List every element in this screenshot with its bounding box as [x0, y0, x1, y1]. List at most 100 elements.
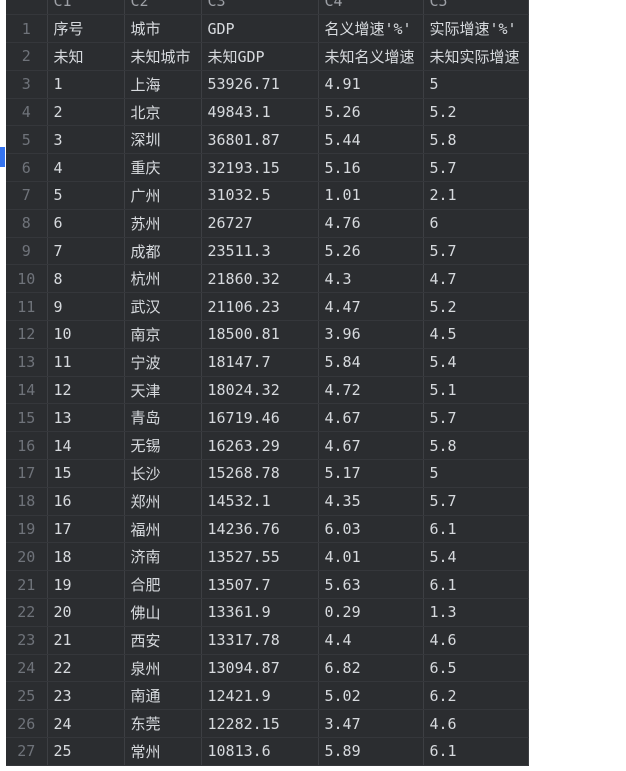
- table-cell[interactable]: 36801.87: [201, 125, 319, 155]
- row-number[interactable]: 13: [6, 348, 48, 377]
- table-cell[interactable]: 6.2: [423, 681, 529, 711]
- table-cell[interactable]: 18147.7: [201, 348, 319, 377]
- table-cell[interactable]: 13094.87: [201, 654, 319, 683]
- table-cell[interactable]: 8: [47, 264, 125, 294]
- column-header-5[interactable]: C5: [423, 0, 529, 16]
- table-cell[interactable]: 天津: [124, 376, 202, 405]
- table-cell[interactable]: 广州: [124, 181, 202, 210]
- row-number[interactable]: 3: [6, 70, 48, 99]
- table-cell[interactable]: 14: [47, 431, 125, 461]
- table-cell[interactable]: GDP: [201, 14, 319, 44]
- table-cell[interactable]: 未知: [47, 42, 125, 71]
- table-cell[interactable]: 4: [47, 153, 125, 183]
- table-cell[interactable]: 16719.46: [201, 403, 319, 433]
- table-cell[interactable]: 1.3: [423, 598, 529, 627]
- table-cell[interactable]: 佛山: [124, 598, 202, 627]
- table-cell[interactable]: 宁波: [124, 348, 202, 377]
- table-cell[interactable]: 5.84: [318, 348, 424, 377]
- table-cell[interactable]: 16263.29: [201, 431, 319, 461]
- table-cell[interactable]: 成都: [124, 237, 202, 266]
- row-number[interactable]: 20: [6, 542, 48, 572]
- table-cell[interactable]: 5.4: [423, 542, 529, 572]
- table-cell[interactable]: 11: [47, 348, 125, 377]
- table-row[interactable]: 14 12 天津 18024.32 4.72 5.1: [6, 376, 529, 405]
- table-cell[interactable]: 2.1: [423, 181, 529, 210]
- row-number[interactable]: 5: [6, 125, 48, 155]
- table-cell[interactable]: 合肥: [124, 570, 202, 600]
- table-cell[interactable]: 6.1: [423, 570, 529, 600]
- table-cell[interactable]: 未知名义增速: [318, 42, 424, 71]
- table-cell[interactable]: 21: [47, 626, 125, 655]
- table-cell[interactable]: 5: [423, 70, 529, 99]
- table-cell[interactable]: 未知城市: [124, 42, 202, 71]
- table-cell[interactable]: 5.4: [423, 348, 529, 377]
- table-cell[interactable]: 5.7: [423, 237, 529, 266]
- table-cell[interactable]: 福州: [124, 515, 202, 544]
- row-number[interactable]: 9: [6, 237, 48, 266]
- table-cell[interactable]: 10: [47, 320, 125, 349]
- table-cell[interactable]: 32193.15: [201, 153, 319, 183]
- table-cell[interactable]: 5.26: [318, 98, 424, 127]
- row-number[interactable]: 17: [6, 459, 48, 488]
- table-cell[interactable]: 5: [47, 181, 125, 210]
- table-cell[interactable]: 18: [47, 542, 125, 572]
- table-row[interactable]: 12 10 南京 18500.81 3.96 4.5: [6, 320, 529, 349]
- row-number[interactable]: 14: [6, 376, 48, 405]
- table-cell[interactable]: 4.01: [318, 542, 424, 572]
- table-cell[interactable]: 5.1: [423, 376, 529, 405]
- table-cell[interactable]: 53926.71: [201, 70, 319, 99]
- table-cell[interactable]: 7: [47, 237, 125, 266]
- row-number[interactable]: 16: [6, 431, 48, 461]
- table-cell[interactable]: 6.82: [318, 654, 424, 683]
- table-row[interactable]: 20 18 济南 13527.55 4.01 5.4: [6, 542, 529, 572]
- row-number[interactable]: 15: [6, 403, 48, 433]
- column-header-4[interactable]: C4: [318, 0, 424, 16]
- table-cell[interactable]: 5.63: [318, 570, 424, 600]
- table-row[interactable]: 23 21 西安 13317.78 4.4 4.6: [6, 626, 529, 655]
- table-row[interactable]: 5 3 深圳 36801.87 5.44 5.8: [6, 125, 529, 155]
- table-cell[interactable]: 上海: [124, 70, 202, 99]
- row-number[interactable]: 19: [6, 515, 48, 544]
- table-cell[interactable]: 6.1: [423, 737, 529, 766]
- table-row[interactable]: 24 22 泉州 13094.87 6.82 6.5: [6, 654, 529, 683]
- table-cell[interactable]: 泉州: [124, 654, 202, 683]
- table-cell[interactable]: 13361.9: [201, 598, 319, 627]
- row-number[interactable]: 21: [6, 570, 48, 600]
- table-cell[interactable]: 4.67: [318, 431, 424, 461]
- table-cell[interactable]: 4.5: [423, 320, 529, 349]
- table-cell[interactable]: 6: [47, 209, 125, 238]
- table-cell[interactable]: 5.16: [318, 153, 424, 183]
- table-row[interactable]: 4 2 北京 49843.1 5.26 5.2: [6, 98, 529, 127]
- row-number[interactable]: 7: [6, 181, 48, 210]
- table-row[interactable]: 22 20 佛山 13361.9 0.29 1.3: [6, 598, 529, 627]
- table-cell[interactable]: 2: [47, 98, 125, 127]
- table-cell[interactable]: 6.5: [423, 654, 529, 683]
- row-number[interactable]: 6: [6, 153, 48, 183]
- table-cell[interactable]: 31032.5: [201, 181, 319, 210]
- table-cell[interactable]: 北京: [124, 98, 202, 127]
- table-cell[interactable]: 5.7: [423, 487, 529, 516]
- table-row[interactable]: 13 11 宁波 18147.7 5.84 5.4: [6, 348, 529, 377]
- table-cell[interactable]: 4.6: [423, 626, 529, 655]
- table-cell[interactable]: 名义增速'%': [318, 14, 424, 44]
- table-row[interactable]: 9 7 成都 23511.3 5.26 5.7: [6, 237, 529, 266]
- table-cell[interactable]: 5.17: [318, 459, 424, 488]
- table-cell[interactable]: 3: [47, 125, 125, 155]
- table-row[interactable]: 27 25 常州 10813.6 5.89 6.1: [6, 737, 529, 766]
- table-cell[interactable]: 20: [47, 598, 125, 627]
- table-cell[interactable]: 15: [47, 459, 125, 488]
- table-cell[interactable]: 18500.81: [201, 320, 319, 349]
- table-cell[interactable]: 西安: [124, 626, 202, 655]
- table-cell[interactable]: 13: [47, 403, 125, 433]
- table-row[interactable]: 11 9 武汉 21106.23 4.47 5.2: [6, 292, 529, 322]
- table-cell[interactable]: 6.03: [318, 515, 424, 544]
- table-cell[interactable]: 4.6: [423, 709, 529, 739]
- row-number[interactable]: 2: [6, 42, 48, 71]
- table-row[interactable]: 15 13 青岛 16719.46 4.67 5.7: [6, 403, 529, 433]
- table-row[interactable]: 6 4 重庆 32193.15 5.16 5.7: [6, 153, 529, 183]
- row-number[interactable]: 22: [6, 598, 48, 627]
- table-cell[interactable]: 青岛: [124, 403, 202, 433]
- table-row[interactable]: 26 24 东莞 12282.15 3.47 4.6: [6, 709, 529, 739]
- table-cell[interactable]: 4.47: [318, 292, 424, 322]
- table-cell[interactable]: 6.1: [423, 515, 529, 544]
